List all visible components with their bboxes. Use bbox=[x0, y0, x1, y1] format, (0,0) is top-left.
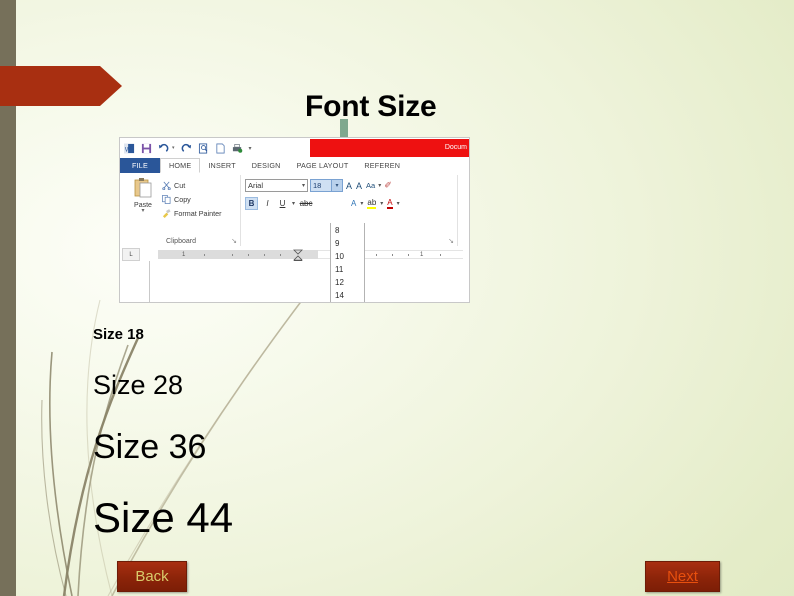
font-size-option[interactable]: 14 bbox=[331, 289, 364, 302]
save-icon[interactable] bbox=[141, 143, 152, 154]
font-dialog-launcher-icon[interactable]: ↘ bbox=[448, 237, 454, 245]
quick-access-toolbar: W ▾ ▾ Docum bbox=[120, 138, 469, 158]
font-name-combobox[interactable]: Arial ▾ bbox=[245, 179, 308, 192]
cut-button[interactable]: Cut bbox=[162, 178, 222, 192]
font-row-primary: Arial ▾ 18 ▾ A A Aa ▾ ✐ bbox=[245, 179, 393, 192]
underline-button[interactable]: U bbox=[277, 199, 288, 208]
italic-button[interactable]: I bbox=[262, 199, 273, 208]
text-effects-chevron-down-icon[interactable]: ▾ bbox=[360, 200, 363, 207]
format-painter-button[interactable]: Format Painter bbox=[162, 206, 222, 220]
paste-caret-icon[interactable]: ▾ bbox=[126, 208, 160, 214]
clipboard-icon bbox=[134, 178, 152, 198]
bold-button[interactable]: B bbox=[245, 197, 258, 210]
clipboard-group: Paste ▾ Cut Copy Format Painter Clipboar… bbox=[122, 175, 241, 246]
customize-qat-icon[interactable]: ▾ bbox=[249, 145, 252, 152]
text-effects-button[interactable]: A bbox=[351, 199, 356, 208]
tab-design[interactable]: DESIGN bbox=[244, 158, 289, 173]
undo-icon[interactable] bbox=[158, 143, 169, 154]
font-size-chevron-down-icon[interactable]: ▾ bbox=[332, 179, 343, 192]
tab-page-layout[interactable]: PAGE LAYOUT bbox=[289, 158, 357, 173]
font-size-option[interactable]: 10 bbox=[331, 250, 364, 263]
sample-size-18: Size 18 bbox=[93, 326, 144, 343]
word-screenshot: W ▾ ▾ Docum FILE HOME INSERT DESIGN PAGE… bbox=[119, 137, 470, 303]
font-size-input[interactable]: 18 bbox=[310, 179, 332, 192]
font-name-chevron-down-icon[interactable]: ▾ bbox=[302, 182, 305, 189]
horizontal-ruler[interactable]: 1 1 bbox=[144, 249, 469, 262]
sample-size-28: Size 28 bbox=[93, 370, 184, 400]
tab-file[interactable]: FILE bbox=[120, 158, 160, 173]
document-title-bar: Docum bbox=[310, 139, 469, 157]
highlight-chevron-down-icon[interactable]: ▾ bbox=[380, 200, 383, 207]
ruler-mark-left: 1 bbox=[182, 252, 186, 258]
scissors-icon bbox=[162, 181, 171, 190]
font-row-secondary: B I U ▾ abc A ▾ ab ▾ A ▾ bbox=[245, 197, 400, 210]
tab-insert[interactable]: INSERT bbox=[200, 158, 243, 173]
paintbrush-icon bbox=[162, 208, 171, 218]
font-size-option[interactable]: 9 bbox=[331, 237, 364, 250]
text-highlight-button[interactable]: ab bbox=[367, 198, 377, 209]
page-left-margin-guide bbox=[149, 261, 150, 302]
sample-size-36: Size 36 bbox=[93, 428, 207, 466]
grow-font-button[interactable]: A bbox=[345, 181, 353, 191]
new-document-icon[interactable] bbox=[215, 143, 226, 154]
strikethrough-button[interactable]: abc bbox=[299, 199, 313, 208]
ruler-mark-right: 1 bbox=[420, 252, 424, 258]
next-button[interactable]: Next bbox=[645, 561, 720, 592]
font-color-chevron-down-icon[interactable]: ▾ bbox=[397, 200, 400, 207]
shrink-font-button[interactable]: A bbox=[355, 181, 363, 191]
clear-formatting-icon[interactable]: ✐ bbox=[383, 180, 393, 191]
change-case-chevron-down-icon[interactable]: ▾ bbox=[378, 182, 381, 189]
ribbon-tabs: FILE HOME INSERT DESIGN PAGE LAYOUT REFE… bbox=[120, 158, 469, 174]
tab-home[interactable]: HOME bbox=[159, 158, 201, 173]
font-name-value: Arial bbox=[248, 181, 264, 190]
copy-icon bbox=[162, 194, 171, 204]
clipboard-commands: Cut Copy Format Painter bbox=[162, 178, 222, 220]
format-painter-label: Format Painter bbox=[174, 208, 222, 218]
font-size-option[interactable]: 11 bbox=[331, 263, 364, 276]
sample-size-44: Size 44 bbox=[93, 494, 234, 541]
font-color-button[interactable]: A bbox=[387, 198, 393, 209]
font-size-dropdown-list[interactable]: 8 9 10 11 12 14 bbox=[330, 223, 365, 302]
ribbon-body: Paste ▾ Cut Copy Format Painter Clipboar… bbox=[120, 173, 469, 302]
copy-label: Copy bbox=[174, 194, 191, 204]
font-size-option[interactable]: 8 bbox=[331, 224, 364, 237]
paste-button[interactable]: Paste ▾ bbox=[126, 177, 160, 214]
font-size-option[interactable]: 12 bbox=[331, 276, 364, 289]
tab-stop-selector[interactable]: L bbox=[122, 248, 140, 261]
svg-text:W: W bbox=[125, 146, 132, 153]
print-preview-icon[interactable] bbox=[198, 143, 209, 154]
ruler-row: L 1 1 bbox=[120, 248, 469, 262]
slide: Font Size W ▾ ▾ Docum FILE HOME INSERT D… bbox=[0, 0, 794, 596]
redo-icon[interactable] bbox=[181, 143, 192, 154]
clipboard-dialog-launcher-icon[interactable]: ↘ bbox=[231, 237, 237, 245]
underline-chevron-down-icon[interactable]: ▾ bbox=[292, 200, 295, 207]
cut-label: Cut bbox=[174, 180, 186, 190]
page-title: Font Size bbox=[305, 90, 437, 123]
change-case-button[interactable]: Aa bbox=[365, 181, 376, 190]
copy-button[interactable]: Copy bbox=[162, 192, 222, 206]
clipboard-group-label: Clipboard bbox=[166, 238, 196, 245]
word-app-icon: W bbox=[124, 143, 135, 153]
quick-print-icon[interactable] bbox=[232, 143, 243, 154]
back-button[interactable]: Back bbox=[117, 561, 187, 592]
document-page-area[interactable] bbox=[120, 261, 469, 302]
undo-caret-icon[interactable]: ▾ bbox=[172, 145, 175, 151]
tab-references[interactable]: REFEREN bbox=[356, 158, 408, 173]
red-banner-arrow bbox=[0, 66, 122, 106]
